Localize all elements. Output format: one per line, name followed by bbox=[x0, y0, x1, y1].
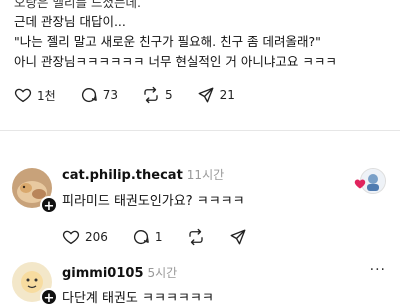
repost-count: 5 bbox=[164, 88, 173, 102]
more-icon[interactable]: ··· bbox=[370, 262, 386, 278]
comment-button[interactable]: 1 bbox=[132, 228, 163, 246]
like-button[interactable]: 1천 bbox=[14, 86, 56, 104]
comment-count: 1 bbox=[154, 230, 163, 244]
comment-icon bbox=[133, 229, 149, 245]
like-button[interactable]: 206 bbox=[62, 228, 108, 246]
comment-button[interactable]: 73 bbox=[80, 86, 118, 104]
follow-plus-icon[interactable]: + bbox=[40, 288, 58, 306]
comment-count: 73 bbox=[102, 88, 118, 102]
share-icon bbox=[230, 229, 245, 245]
timestamp: 5시간 bbox=[147, 266, 178, 280]
username[interactable]: gimmi0105 bbox=[62, 266, 144, 281]
repost-button[interactable] bbox=[187, 228, 205, 246]
heart-icon bbox=[62, 230, 80, 245]
like-count: 1천 bbox=[37, 88, 56, 103]
post-line: 아니 관장님ㅋㅋㅋㅋㅋㅋ 너무 현실적인 거 아니냐고요 ㅋㅋㅋ bbox=[14, 54, 337, 69]
divider bbox=[0, 130, 400, 131]
like-count: 206 bbox=[85, 230, 108, 244]
comment-icon bbox=[81, 87, 97, 103]
repost-icon bbox=[188, 228, 203, 246]
share-count: 21 bbox=[219, 88, 235, 102]
share-icon bbox=[198, 87, 214, 103]
comment-author[interactable]: gimmi0105 5시간 bbox=[62, 264, 177, 281]
repost-icon bbox=[144, 86, 158, 104]
username[interactable]: cat.philip.thecat bbox=[62, 168, 183, 183]
post-line: 오랑은 멜리를 드셨는데. bbox=[14, 0, 141, 10]
comment-text: 피라미드 태권도인가요? ㅋㅋㅋㅋ bbox=[62, 194, 245, 209]
post-line: 근데 관장님 대답이... bbox=[14, 14, 126, 29]
post-text: 오랑은 멜리를 드셨는데. 근데 관장님 대답이... "나는 젤리 말고 새로… bbox=[14, 0, 394, 72]
share-button[interactable]: 21 bbox=[197, 86, 235, 104]
comment-text: 다단계 태권도 ㅋㅋㅋㅋㅋㅋ bbox=[62, 291, 214, 306]
timestamp: 11시간 bbox=[186, 168, 225, 182]
follow-plus-icon[interactable]: + bbox=[40, 196, 58, 214]
comment-actions: 206 1 bbox=[62, 228, 271, 246]
heart-icon bbox=[354, 179, 366, 189]
comment-author[interactable]: cat.philip.thecat 11시간 bbox=[62, 166, 224, 183]
heart-icon bbox=[14, 88, 32, 103]
post-actions: 1천 73 5 21 bbox=[14, 86, 259, 104]
share-button[interactable] bbox=[229, 228, 247, 246]
repost-button[interactable]: 5 bbox=[142, 86, 173, 104]
post-line: "나는 젤리 말고 새로운 친구가 필요해. 친구 좀 데려올래?" bbox=[14, 34, 321, 49]
